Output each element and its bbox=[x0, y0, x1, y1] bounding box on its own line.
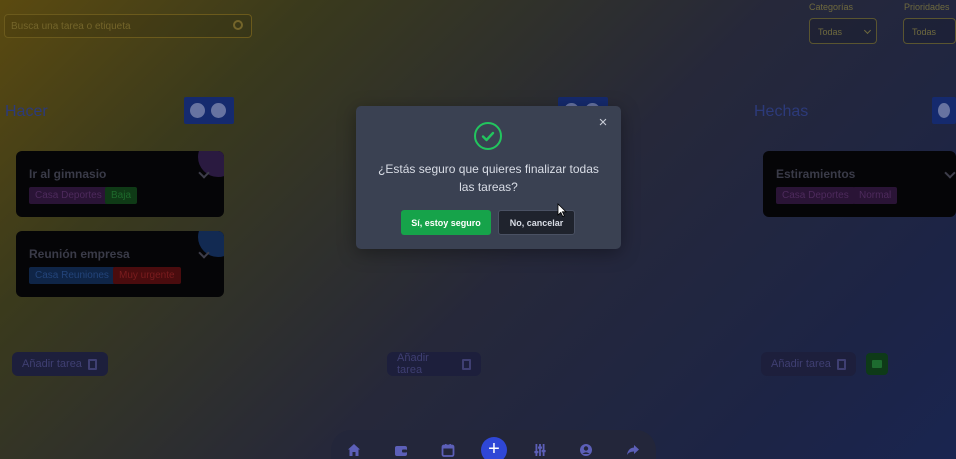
trash-icon bbox=[462, 358, 471, 370]
column-actions-done bbox=[932, 97, 956, 124]
check-circle-icon bbox=[474, 122, 502, 150]
sliders-icon[interactable] bbox=[533, 443, 547, 457]
wallet-icon[interactable] bbox=[394, 443, 408, 457]
add-task-button[interactable]: Añadir tarea bbox=[761, 352, 856, 376]
archive-icon[interactable] bbox=[866, 353, 888, 375]
search-icon bbox=[233, 20, 243, 30]
task-card[interactable]: Estiramientos Casa Deportes Normal bbox=[763, 151, 956, 217]
add-task-label: Añadir tarea bbox=[397, 352, 429, 376]
task-card-title: Reunión empresa bbox=[29, 247, 130, 261]
filter-label-categories: Categorías bbox=[809, 2, 854, 12]
task-tag-priority: Muy urgente bbox=[113, 267, 181, 284]
task-tag-category: Casa Deportes bbox=[776, 187, 855, 204]
confirm-dialog: × ¿Estás seguro que quieres finalizar to… bbox=[356, 106, 621, 249]
filter-select-categories[interactable]: Todas bbox=[809, 18, 877, 44]
task-card-title: Estiramientos bbox=[776, 167, 856, 181]
search-placeholder: Busca una tarea o etiqueta bbox=[11, 21, 131, 32]
column-actions-todo bbox=[184, 97, 234, 124]
search-input[interactable]: Busca una tarea o etiqueta bbox=[4, 14, 252, 38]
column-title-done: Hechas bbox=[754, 103, 809, 120]
dialog-message: ¿Estás seguro que quieres finalizar toda… bbox=[378, 162, 599, 194]
home-icon[interactable] bbox=[347, 443, 361, 457]
task-tag-priority: Normal bbox=[853, 187, 898, 204]
task-card[interactable]: Ir al gimnasio Casa Deportes Baja bbox=[16, 151, 224, 217]
confirm-button[interactable]: Sí, estoy seguro bbox=[401, 210, 491, 235]
user-circle-icon[interactable] bbox=[579, 443, 593, 457]
close-icon[interactable]: × bbox=[595, 115, 611, 131]
calendar-icon[interactable] bbox=[441, 443, 455, 457]
chevron-down-icon[interactable] bbox=[944, 167, 956, 179]
task-tag-category: Casa Deportes bbox=[29, 187, 108, 204]
column-action-button[interactable] bbox=[211, 103, 226, 118]
chevron-down-icon bbox=[863, 26, 872, 35]
column-action-button[interactable] bbox=[190, 103, 205, 118]
filter-label-priorities: Prioridades bbox=[904, 2, 950, 12]
column-title-todo: Hacer bbox=[5, 103, 48, 120]
filter-value-priorities: Todas bbox=[912, 27, 937, 37]
bottom-navigation: + bbox=[331, 430, 656, 459]
plus-icon[interactable]: + bbox=[481, 437, 507, 459]
task-tag-priority: Baja bbox=[105, 187, 138, 204]
trash-icon bbox=[836, 358, 846, 370]
task-tag-category: Casa Reuniones bbox=[29, 267, 115, 284]
column-action-button[interactable] bbox=[938, 103, 950, 118]
add-task-button[interactable]: Añadir tarea bbox=[387, 352, 481, 376]
filter-select-priorities[interactable]: Todas bbox=[903, 18, 956, 44]
filter-value-categories: Todas bbox=[818, 27, 843, 37]
add-task-button[interactable]: Añadir tarea bbox=[12, 352, 108, 376]
task-card[interactable]: Reunión empresa Casa Reuniones Muy urgen… bbox=[16, 231, 224, 297]
share-icon[interactable] bbox=[626, 443, 640, 457]
trash-icon bbox=[87, 358, 97, 370]
add-task-label: Añadir tarea bbox=[771, 358, 831, 370]
add-task-label: Añadir tarea bbox=[22, 358, 82, 370]
task-card-title: Ir al gimnasio bbox=[29, 167, 107, 181]
mouse-cursor-icon bbox=[557, 203, 567, 217]
